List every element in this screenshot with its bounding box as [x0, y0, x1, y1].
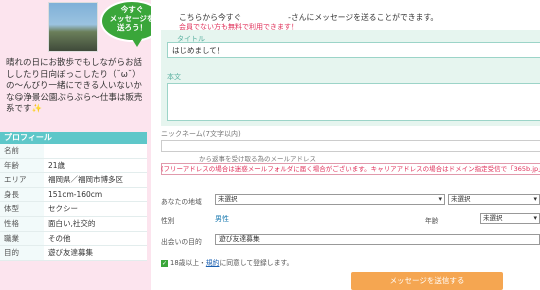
profile-photo[interactable]: [48, 2, 98, 52]
email-note: (フリーアドレスの場合は迷惑メールフォルダに届く場合がございます。キャリアアドレ…: [161, 165, 540, 173]
profile-key: 年齢: [0, 158, 44, 173]
profile-key: 職業: [0, 231, 44, 246]
profile-key: 性格: [0, 216, 44, 231]
nickname-input[interactable]: [161, 140, 540, 152]
bubble-text: 今すぐ メッセージを 送ろう！: [109, 5, 155, 32]
gender-label: 性別: [161, 217, 175, 225]
profile-header: プロフィール: [0, 132, 147, 144]
profile-row: 身長 151cm-160cm: [0, 187, 147, 203]
email-label: から返事を受け取る為のメールアドレス: [199, 155, 316, 163]
purpose-select[interactable]: 遊び友達募集: [215, 234, 540, 245]
body-label: 本文: [167, 73, 181, 81]
area-label: あなたの地域: [161, 198, 202, 206]
profile-key: 体型: [0, 202, 44, 216]
agree-pre: 18歳以上・: [170, 259, 206, 267]
age-select[interactable]: 未選択: [480, 213, 540, 224]
message-panel: タイトル はじめまして！ 本文: [161, 30, 540, 126]
message-form: こちらから今すぐ -さんにメッセージを送ることができます。 会員でない方も無料で…: [151, 0, 540, 290]
nickname-label: ニックネーム(7文字以内): [161, 130, 241, 138]
profile-value: [44, 144, 48, 158]
profile-value: 遊び友達募集: [48, 248, 93, 258]
profile-row: 名前: [0, 144, 147, 159]
title-input[interactable]: はじめまして！: [167, 42, 540, 58]
area-select-city[interactable]: 未選択: [448, 194, 540, 205]
profile-value: その他: [48, 233, 71, 243]
profile-row: 年齢 21歳: [0, 158, 147, 174]
profile-table: プロフィール 名前 年齢 21歳 エリア 福岡県／福岡市博多区 身長 151cm-16…: [0, 132, 147, 261]
profile-bio: 晴れの日にお散歩でもしながらお話ししたり日向ぼっこしたり（˘ω˘）の～んびり一緒…: [6, 58, 143, 114]
agree-row[interactable]: ✓ 18歳以上・規約に同意して登録します。: [161, 257, 293, 267]
profile-row: エリア 福岡県／福岡市博多区: [0, 173, 147, 188]
profile-value: セクシー: [48, 204, 78, 214]
send-button[interactable]: メッセージを送信する: [351, 272, 503, 290]
profile-value: 21歳: [48, 160, 66, 170]
age-label: 年齢: [425, 217, 439, 225]
profile-row: 職業 その他: [0, 231, 147, 247]
agree-post: に同意して登録します。: [219, 259, 294, 267]
terms-link[interactable]: 規約: [206, 259, 220, 267]
profile-key: エリア: [0, 173, 44, 187]
profile-value: 151cm-160cm: [48, 189, 103, 199]
profile-key: 目的: [0, 246, 44, 260]
profile-row: 体型 セクシー: [0, 202, 147, 217]
profile-row: 性格 面白い,社交的: [0, 216, 147, 232]
profile-value: 面白い,社交的: [48, 218, 96, 228]
profile-key: 身長: [0, 187, 44, 202]
gender-value: 男性: [215, 215, 229, 223]
purpose-label: 出会いの目的: [161, 238, 202, 246]
checkbox-icon[interactable]: ✓: [161, 259, 168, 267]
body-textarea[interactable]: [167, 83, 540, 121]
profile-value: 福岡県／福岡市博多区: [48, 175, 123, 185]
profile-row: 目的 遊び友達募集: [0, 246, 147, 261]
profile-key: 名前: [0, 144, 44, 158]
left-column: 今すぐ メッセージを 送ろう！ 晴れの日にお散歩でもしながらお話ししたり日向ぼっ…: [0, 0, 164, 290]
area-select-prefecture[interactable]: 未選択: [215, 194, 445, 205]
